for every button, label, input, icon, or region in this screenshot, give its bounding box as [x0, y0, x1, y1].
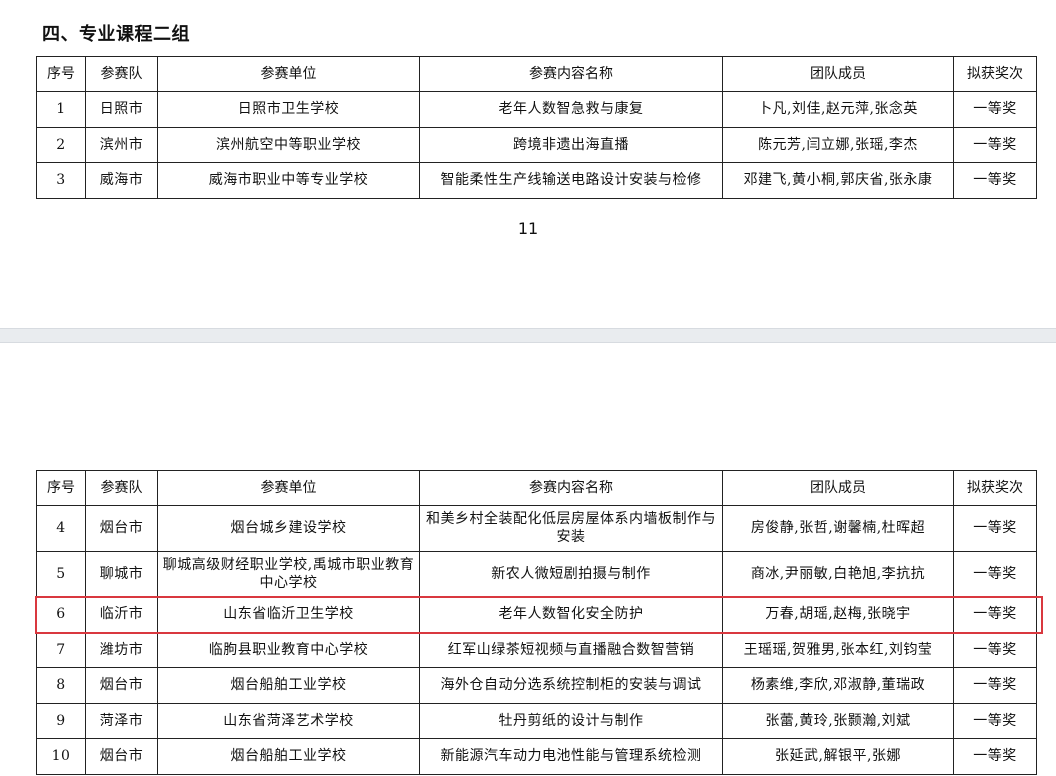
- table-row: 8 烟台市 烟台船舶工业学校 海外仓自动分选系统控制柜的安装与调试 杨素维,李欣…: [36, 667, 1037, 704]
- document-page-bottom: 序号 参赛队 参赛单位 参赛内容名称 团队成员 拟获奖次 4 烟台市 烟台城乡建…: [0, 343, 1056, 776]
- cell-unit: 烟台城乡建设学校: [157, 505, 420, 552]
- header-team: 参赛队: [85, 56, 158, 92]
- header-award: 拟获奖次: [953, 470, 1037, 506]
- cell-index: 9: [36, 702, 86, 739]
- section-title: 四、专业课程二组: [42, 24, 190, 45]
- cell-content: 红军山绿茶短视频与直播融合数智营销: [419, 631, 723, 668]
- cell-team: 菏泽市: [85, 702, 158, 739]
- cell-index: 4: [36, 505, 86, 552]
- cell-content: 新能源汽车动力电池性能与管理系统检测: [419, 738, 723, 775]
- table-row: 2 滨州市 滨州航空中等职业学校 跨境非遗出海直播 陈元芳,闫立娜,张瑶,李杰 …: [36, 126, 1037, 163]
- table-row: 7 潍坊市 临朐县职业教育中心学校 红军山绿茶短视频与直播融合数智营销 王瑶瑶,…: [36, 631, 1037, 668]
- page-number: 11: [517, 219, 539, 238]
- page-separator: [0, 328, 1056, 343]
- cell-content: 老年人数智化安全防护: [419, 596, 723, 633]
- header-members: 团队成员: [722, 470, 954, 506]
- cell-index: 3: [36, 162, 86, 199]
- header-content: 参赛内容名称: [419, 56, 723, 92]
- cell-content: 跨境非遗出海直播: [419, 126, 723, 163]
- cell-content: 老年人数智急救与康复: [419, 91, 723, 128]
- cell-award: 一等奖: [953, 162, 1037, 199]
- table-row: 10 烟台市 烟台船舶工业学校 新能源汽车动力电池性能与管理系统检测 张延武,解…: [36, 738, 1037, 775]
- cell-content: 新农人微短剧拍摄与制作: [419, 550, 723, 597]
- document-page-top: 四、专业课程二组 序号 参赛队 参赛单位 参赛内容名称 团队成员 拟获奖次 1 …: [0, 0, 1056, 328]
- cell-award: 一等奖: [953, 667, 1037, 704]
- table-row: 1 日照市 日照市卫生学校 老年人数智急救与康复 卜凡,刘佳,赵元萍,张念英 一…: [36, 91, 1037, 128]
- cell-team: 临沂市: [85, 596, 158, 633]
- header-index: 序号: [36, 56, 86, 92]
- cell-unit: 山东省临沂卫生学校: [157, 596, 420, 633]
- cell-unit: 日照市卫生学校: [157, 91, 420, 128]
- cell-award: 一等奖: [953, 550, 1037, 597]
- table-header-row: 序号 参赛队 参赛单位 参赛内容名称 团队成员 拟获奖次: [36, 470, 1037, 506]
- cell-unit: 烟台船舶工业学校: [157, 667, 420, 704]
- cell-members: 商冰,尹丽敏,白艳旭,李抗抗: [722, 550, 954, 597]
- header-content: 参赛内容名称: [419, 470, 723, 506]
- table-header-row: 序号 参赛队 参赛单位 参赛内容名称 团队成员 拟获奖次: [36, 56, 1037, 92]
- cell-unit: 临朐县职业教育中心学校: [157, 631, 420, 668]
- cell-members: 王瑶瑶,贺雅男,张本红,刘钧莹: [722, 631, 954, 668]
- cell-index: 10: [36, 738, 86, 775]
- cell-members: 邓建飞,黄小桐,郭庆省,张永康: [722, 162, 954, 199]
- cell-team: 滨州市: [85, 126, 158, 163]
- cell-index: 1: [36, 91, 86, 128]
- table-row: 4 烟台市 烟台城乡建设学校 和美乡村全装配化低层房屋体系内墙板制作与安装 房俊…: [36, 505, 1037, 552]
- cell-content: 牡丹剪纸的设计与制作: [419, 702, 723, 739]
- cell-team: 烟台市: [85, 505, 158, 552]
- table-row: 3 威海市 威海市职业中等专业学校 智能柔性生产线输送电路设计安装与检修 邓建飞…: [36, 162, 1037, 199]
- awards-table-top: 序号 参赛队 参赛单位 参赛内容名称 团队成员 拟获奖次 1 日照市 日照市卫生…: [36, 56, 1037, 199]
- cell-unit: 聊城高级财经职业学校,禹城市职业教育中心学校: [157, 550, 420, 597]
- header-index: 序号: [36, 470, 86, 506]
- cell-unit: 山东省菏泽艺术学校: [157, 702, 420, 739]
- cell-content: 和美乡村全装配化低层房屋体系内墙板制作与安装: [419, 505, 723, 552]
- cell-award: 一等奖: [953, 596, 1037, 633]
- cell-award: 一等奖: [953, 631, 1037, 668]
- cell-unit: 滨州航空中等职业学校: [157, 126, 420, 163]
- cell-index: 5: [36, 550, 86, 597]
- header-unit: 参赛单位: [157, 470, 420, 506]
- cell-team: 聊城市: [85, 550, 158, 597]
- header-members: 团队成员: [722, 56, 954, 92]
- header-team: 参赛队: [85, 470, 158, 506]
- cell-award: 一等奖: [953, 702, 1037, 739]
- cell-members: 杨素维,李欣,邓淑静,董瑞政: [722, 667, 954, 704]
- cell-index: 7: [36, 631, 86, 668]
- cell-content: 智能柔性生产线输送电路设计安装与检修: [419, 162, 723, 199]
- cell-index: 6: [36, 596, 86, 633]
- cell-team: 潍坊市: [85, 631, 158, 668]
- cell-members: 张蕾,黄玲,张颢瀚,刘斌: [722, 702, 954, 739]
- cell-members: 万春,胡瑶,赵梅,张晓宇: [722, 596, 954, 633]
- cell-members: 房俊静,张哲,谢馨楠,杜晖超: [722, 505, 954, 552]
- cell-team: 威海市: [85, 162, 158, 199]
- cell-content: 海外仓自动分选系统控制柜的安装与调试: [419, 667, 723, 704]
- cell-team: 烟台市: [85, 667, 158, 704]
- table-row: 5 聊城市 聊城高级财经职业学校,禹城市职业教育中心学校 新农人微短剧拍摄与制作…: [36, 550, 1037, 597]
- cell-unit: 威海市职业中等专业学校: [157, 162, 420, 199]
- cell-award: 一等奖: [953, 91, 1037, 128]
- cell-award: 一等奖: [953, 505, 1037, 552]
- cell-team: 烟台市: [85, 738, 158, 775]
- cell-members: 陈元芳,闫立娜,张瑶,李杰: [722, 126, 954, 163]
- header-unit: 参赛单位: [157, 56, 420, 92]
- cell-index: 2: [36, 126, 86, 163]
- cell-members: 卜凡,刘佳,赵元萍,张念英: [722, 91, 954, 128]
- cell-team: 日照市: [85, 91, 158, 128]
- header-award: 拟获奖次: [953, 56, 1037, 92]
- cell-award: 一等奖: [953, 738, 1037, 775]
- awards-table-bottom: 序号 参赛队 参赛单位 参赛内容名称 团队成员 拟获奖次 4 烟台市 烟台城乡建…: [36, 470, 1037, 775]
- cell-unit: 烟台船舶工业学校: [157, 738, 420, 775]
- table-row-highlighted: 6 临沂市 山东省临沂卫生学校 老年人数智化安全防护 万春,胡瑶,赵梅,张晓宇 …: [36, 596, 1037, 633]
- cell-index: 8: [36, 667, 86, 704]
- cell-members: 张延武,解银平,张娜: [722, 738, 954, 775]
- cell-award: 一等奖: [953, 126, 1037, 163]
- table-row: 9 菏泽市 山东省菏泽艺术学校 牡丹剪纸的设计与制作 张蕾,黄玲,张颢瀚,刘斌 …: [36, 702, 1037, 739]
